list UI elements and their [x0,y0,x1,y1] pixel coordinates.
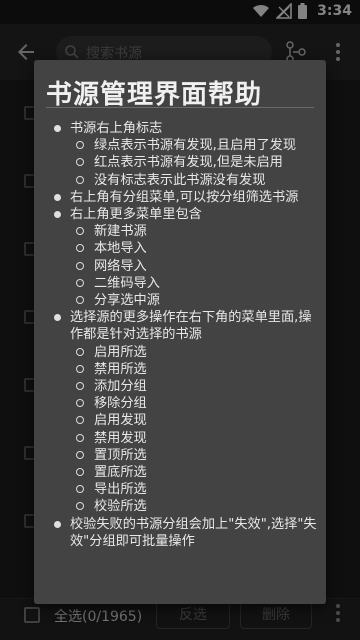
help-sub-bullet: 校验所选 [34,498,326,515]
help-sub-bullet: 置顶所选 [34,447,326,464]
help-sub-bullet: 禁用所选 [34,361,326,378]
help-bullet: 右上角有分组菜单,可以按分组筛选书源 [34,189,326,206]
help-sub-bullet: 分享选中源 [34,292,326,309]
help-bullet: 右上角更多菜单里包含 [34,206,326,223]
title-divider [46,107,314,108]
help-sub-bullet: 绿点表示书源有发现,且启用了发现 [34,137,326,154]
help-sub-bullet: 本地导入 [34,240,326,257]
help-sub-bullet: 启用所选 [34,344,326,361]
help-sub-bullet: 移除分组 [34,395,326,412]
dialog-title: 书源管理界面帮助 [46,80,263,110]
help-dialog: 书源管理界面帮助 书源右上角标志 绿点表示书源有发现,且启用了发现 红点表示书源有发… [34,60,326,604]
help-sub-bullet: 启用发现 [34,412,326,429]
help-sub-bullet: 网络导入 [34,258,326,275]
help-bullet: 校验失败的书源分组会加上"失效",选择"失效"分组即可批量操作 [34,516,326,550]
help-bullet: 选择源的更多操作在右下角的菜单里面,操作都是针对选择的书源 [34,309,326,343]
help-sub-bullet: 新建书源 [34,223,326,240]
help-sub-bullet: 红点表示书源有发现,但是未启用 [34,154,326,171]
help-sub-bullet: 禁用发现 [34,430,326,447]
help-content: 书源右上角标志 绿点表示书源有发现,且启用了发现 红点表示书源有发现,但是未启用 没有… [34,120,326,550]
help-sub-bullet: 没有标志表示此书源没有发现 [34,172,326,189]
help-sub-bullet: 二维码导入 [34,275,326,292]
help-sub-bullet: 添加分组 [34,378,326,395]
help-sub-bullet: 置底所选 [34,464,326,481]
help-sub-bullet: 导出所选 [34,481,326,498]
help-bullet: 书源右上角标志 [34,120,326,137]
